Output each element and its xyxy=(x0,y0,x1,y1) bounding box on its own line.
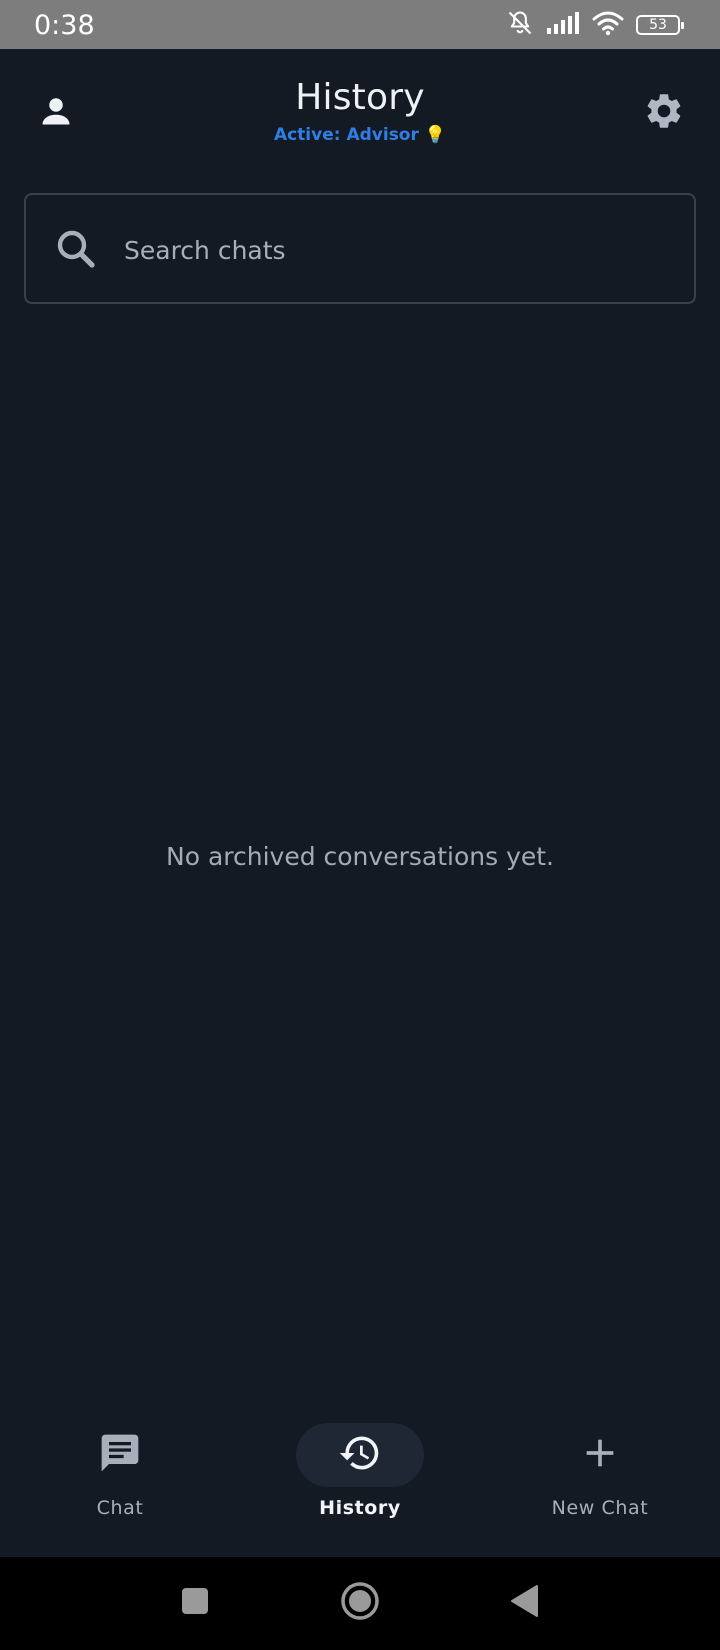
nav-active-pill xyxy=(296,1423,424,1487)
search-box xyxy=(24,193,696,304)
nav-item-history[interactable]: History xyxy=(240,1405,480,1557)
home-icon xyxy=(339,1580,381,1627)
gear-icon xyxy=(643,90,685,137)
active-persona-text: Active: Advisor xyxy=(273,125,419,145)
battery-level: 53 xyxy=(649,17,667,33)
nav-icon-container xyxy=(536,1423,664,1487)
empty-state-message: No archived conversations yet. xyxy=(166,842,554,871)
lightbulb-icon: 💡 xyxy=(424,125,447,145)
chat-icon xyxy=(98,1431,142,1480)
battery-icon: 53 xyxy=(636,15,684,35)
nav-label-chat: Chat xyxy=(96,1497,144,1519)
plus-icon xyxy=(580,1433,620,1478)
home-button[interactable] xyxy=(336,1579,384,1627)
nav-item-chat[interactable]: Chat xyxy=(0,1405,240,1557)
system-nav-bar xyxy=(0,1557,720,1650)
bottom-nav: Chat History New Chat xyxy=(0,1405,720,1557)
back-button[interactable] xyxy=(501,1579,549,1627)
app-header: History Active: Advisor 💡 xyxy=(0,49,720,179)
bell-off-icon xyxy=(506,9,534,42)
wifi-icon xyxy=(592,10,624,41)
history-screen: 0:38 53 History Active: Advisor 💡 Search… xyxy=(0,0,720,1650)
nav-item-new-chat[interactable]: New Chat xyxy=(480,1405,720,1557)
status-bar: 0:38 53 xyxy=(0,0,720,49)
history-icon xyxy=(338,1431,382,1480)
signal-icon xyxy=(546,11,580,40)
recents-icon xyxy=(180,1586,210,1621)
status-time: 0:38 xyxy=(34,10,95,41)
settings-button[interactable] xyxy=(636,85,692,141)
back-icon xyxy=(509,1583,541,1624)
nav-label-new-chat: New Chat xyxy=(551,1497,649,1519)
nav-label-history: History xyxy=(319,1497,401,1519)
recents-button[interactable] xyxy=(171,1579,219,1627)
status-icons: 53 xyxy=(506,9,684,42)
page-title: History xyxy=(295,77,425,118)
search-icon xyxy=(52,225,100,273)
nav-icon-container xyxy=(56,1423,184,1487)
search-input[interactable] xyxy=(122,215,686,285)
active-persona-label: Active: Advisor 💡 xyxy=(0,125,720,145)
